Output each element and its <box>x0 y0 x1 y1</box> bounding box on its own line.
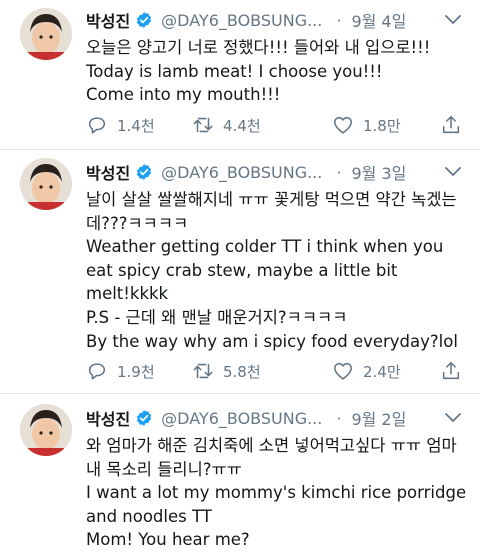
reply-icon <box>88 117 106 134</box>
tweet-line: 오늘은 양고기 너로 정했다!!! 들어와 내 입으로!!! <box>86 38 431 57</box>
share-button[interactable] <box>440 360 462 382</box>
avatar[interactable] <box>20 404 72 456</box>
separator-dot: · <box>336 162 342 182</box>
reply-button[interactable]: 1.9천 <box>86 360 155 382</box>
verified-badge-icon <box>137 410 152 426</box>
tweet-line: 데???ㅋㅋㅋㅋ <box>86 213 189 233</box>
separator-dot: · <box>336 10 342 30</box>
reply-icon <box>88 363 106 380</box>
tweet-line: Come into my mouth!!! <box>86 85 281 105</box>
tweet-line: Weather getting colder TT i think when y… <box>86 237 444 257</box>
display-name[interactable]: 박성진 <box>86 160 130 184</box>
like-icon <box>333 362 353 380</box>
verified-badge-icon <box>137 164 152 180</box>
tweet-header: 박성진 @DAY6_BOBSUNG... · 9월 3일 <box>86 158 406 186</box>
verified-badge-icon <box>137 12 152 28</box>
avatar[interactable] <box>20 158 72 210</box>
retweet-icon <box>193 117 213 133</box>
reply-count: 1.4천 <box>117 116 155 135</box>
tweet-line: eat spicy crab stew, maybe a little bit <box>86 260 398 280</box>
user-handle[interactable]: @DAY6_BOBSUNG... <box>161 11 322 30</box>
chevron-down-icon[interactable] <box>444 14 462 26</box>
like-count: 1.8만 <box>363 116 401 135</box>
tweet-actions: 1.9천 5.8천 2.4만 <box>86 360 466 384</box>
retweet-count: 5.8천 <box>223 362 261 381</box>
tweet-card[interactable]: 박성진 @DAY6_BOBSUNG... · 9월 3일 날이 살살 쌀쌀해지네… <box>0 150 480 394</box>
chevron-down-icon[interactable] <box>444 166 462 178</box>
tweet-line: and noodles TT <box>86 506 212 526</box>
like-button[interactable]: 1.8만 <box>332 114 401 136</box>
like-button[interactable]: 2.4만 <box>332 360 401 382</box>
tweet-header: 박성진 @DAY6_BOBSUNG... · 9월 4일 <box>86 6 406 34</box>
retweet-icon <box>193 363 213 379</box>
tweet-line: P.S - 근데 왜 맨날 매운거지?ㅋㅋㅋㅋ <box>86 307 348 327</box>
tweet-line: Mom! You hear me? <box>86 530 250 550</box>
retweet-button[interactable]: 5.8천 <box>192 360 261 382</box>
tweet-line: 와 엄마가 해준 김치죽에 소면 넣어먹고싶다 ㅠㅠ 엄마 <box>86 436 457 455</box>
tweet-feed: 박성진 @DAY6_BOBSUNG... · 9월 4일 오늘은 양고기 너로 … <box>0 0 480 552</box>
tweet-header: 박성진 @DAY6_BOBSUNG... · 9월 2일 <box>86 404 406 432</box>
tweet-line: 내 목소리 들리니?ㅠㅠ <box>86 459 242 479</box>
chevron-down-icon[interactable] <box>444 412 462 424</box>
share-icon <box>442 115 460 134</box>
separator-dot: · <box>336 408 342 428</box>
avatar[interactable] <box>20 8 72 60</box>
tweet-date[interactable]: 9월 2일 <box>351 406 406 430</box>
tweet-text: 오늘은 양고기 너로 정했다!!! 들어와 내 입으로!!! Today is … <box>86 36 466 107</box>
tweet-line: melt!kkkk <box>86 284 169 304</box>
retweet-button[interactable]: 4.4천 <box>192 114 261 136</box>
tweet-line: By the way why am i spicy food everyday?… <box>86 331 458 351</box>
tweet-line: I want a lot my mommy's kimchi rice porr… <box>86 483 467 503</box>
reply-count: 1.9천 <box>117 362 155 381</box>
tweet-text: 날이 살살 쌀쌀해지네 ㅠㅠ 꽃게탕 먹으면 약간 녹겠는 데???ㅋㅋㅋㅋ W… <box>86 188 466 353</box>
tweet-text: 와 엄마가 해준 김치죽에 소면 넣어먹고싶다 ㅠㅠ 엄마 내 목소리 들리니?… <box>86 434 466 552</box>
display-name[interactable]: 박성진 <box>86 8 130 32</box>
share-button[interactable] <box>440 114 462 136</box>
tweet-card[interactable]: 박성진 @DAY6_BOBSUNG... · 9월 2일 와 엄마가 해준 김치… <box>0 394 480 552</box>
share-icon <box>442 361 460 380</box>
tweet-card[interactable]: 박성진 @DAY6_BOBSUNG... · 9월 4일 오늘은 양고기 너로 … <box>0 0 480 150</box>
user-handle[interactable]: @DAY6_BOBSUNG... <box>161 409 322 428</box>
like-count: 2.4만 <box>363 362 401 381</box>
tweet-date[interactable]: 9월 4일 <box>351 8 406 32</box>
tweet-line: Today is lamb meat! I choose you!!! <box>86 61 383 81</box>
tweet-actions: 1.4천 4.4천 1.8만 <box>86 114 466 138</box>
retweet-count: 4.4천 <box>223 116 261 135</box>
reply-button[interactable]: 1.4천 <box>86 114 155 136</box>
display-name[interactable]: 박성진 <box>86 406 130 430</box>
user-handle[interactable]: @DAY6_BOBSUNG... <box>161 163 322 182</box>
tweet-date[interactable]: 9월 3일 <box>351 160 406 184</box>
tweet-line: 날이 살살 쌀쌀해지네 ㅠㅠ 꽃게탕 먹으면 약간 녹겠는 <box>86 190 457 209</box>
like-icon <box>333 116 353 134</box>
